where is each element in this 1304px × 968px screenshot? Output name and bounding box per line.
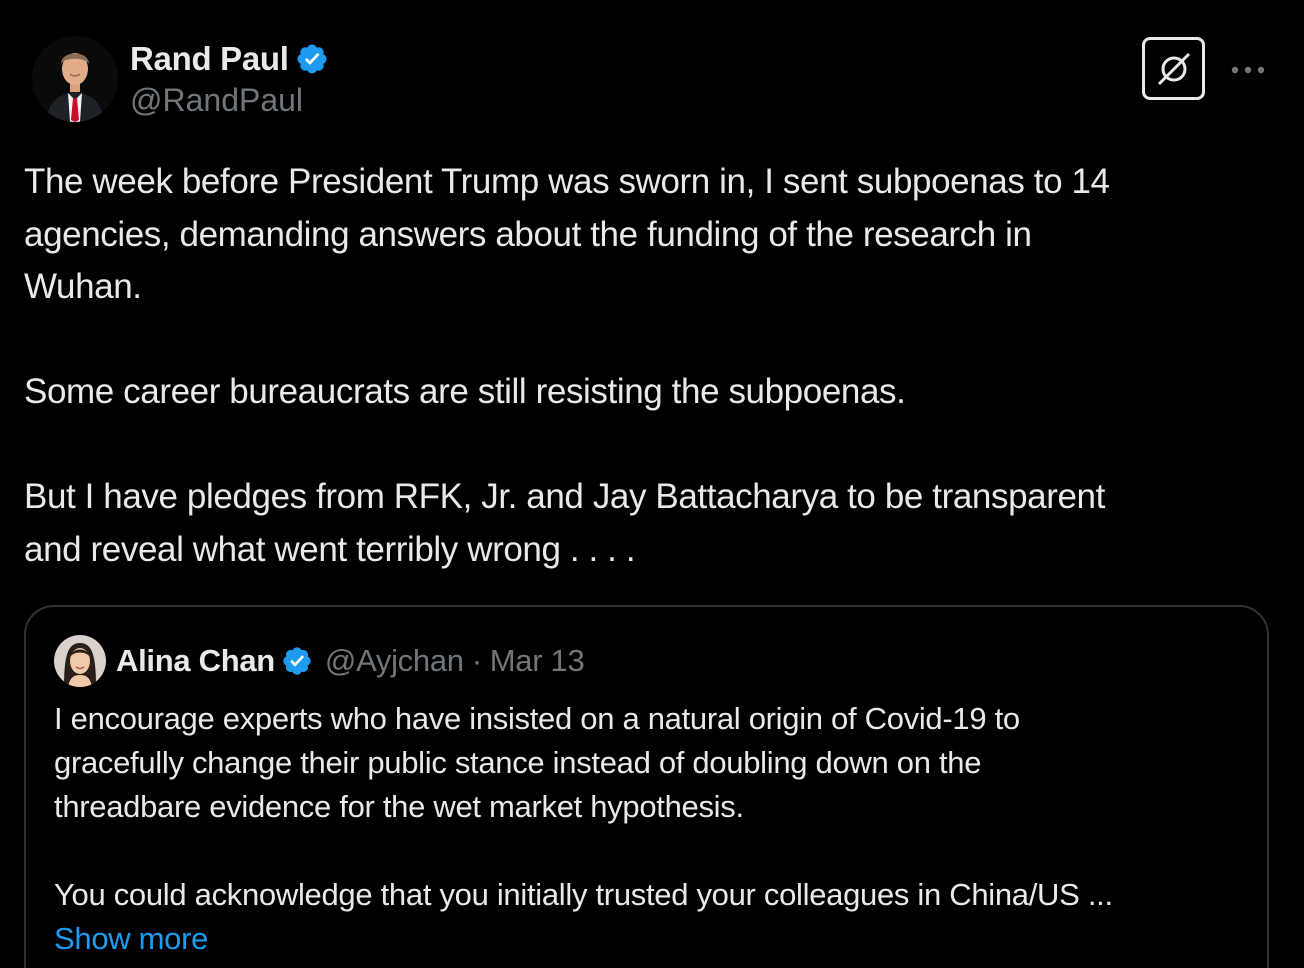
quote-line: gracefully change their public stance in… xyxy=(54,745,982,780)
tweet-line: The week before President Trump was swor… xyxy=(24,162,1110,201)
show-more-link[interactable]: Show more xyxy=(54,917,1249,961)
author-avatar[interactable] xyxy=(32,36,118,122)
verified-badge-icon[interactable] xyxy=(295,42,329,76)
tweet-line: Some career bureaucrats are still resist… xyxy=(24,372,906,411)
quote-line: threadbare evidence for the wet market h… xyxy=(54,789,744,824)
avatar-rand-paul-icon xyxy=(32,36,118,122)
avatar-alina-chan-icon xyxy=(54,635,106,687)
author-block: Rand Paul @RandPaul xyxy=(130,38,329,119)
tweet-text: The week before President Trump was swor… xyxy=(24,156,1274,576)
grok-icon xyxy=(1157,52,1190,85)
more-options-button[interactable] xyxy=(1228,52,1268,88)
quote-line: You could acknowledge that you initially… xyxy=(54,877,1113,912)
quote-verified-badge-icon[interactable] xyxy=(281,645,313,677)
tweet-line: Wuhan. xyxy=(24,267,142,306)
quote-author-handle[interactable]: @Ayjchan xyxy=(325,643,464,679)
tweet-line: agencies, demanding answers about the fu… xyxy=(24,214,1032,254)
quote-date[interactable]: Mar 13 xyxy=(490,643,585,679)
quote-text: I encourage experts who have insisted on… xyxy=(54,697,1249,961)
quote-line: I encourage experts who have insisted on… xyxy=(54,701,1020,736)
more-icon xyxy=(1231,66,1265,74)
quote-header: Alina Chan @Ayjchan · Mar 13 xyxy=(116,637,585,685)
quote-author-avatar[interactable] xyxy=(54,635,106,687)
quote-author-name[interactable]: Alina Chan xyxy=(116,643,275,679)
author-handle[interactable]: @RandPaul xyxy=(130,82,329,119)
author-name-row: Rand Paul xyxy=(130,38,329,80)
quote-separator: · xyxy=(471,643,482,678)
quote-tweet-card[interactable]: Alina Chan @Ayjchan · Mar 13 I encourage… xyxy=(24,605,1269,968)
tweet-line: But I have pledges from RFK, Jr. and Jay… xyxy=(24,477,1105,516)
author-display-name[interactable]: Rand Paul xyxy=(130,40,289,78)
tweet-line: and reveal what went terribly wrong . . … xyxy=(24,529,636,569)
grok-button[interactable] xyxy=(1142,37,1205,100)
